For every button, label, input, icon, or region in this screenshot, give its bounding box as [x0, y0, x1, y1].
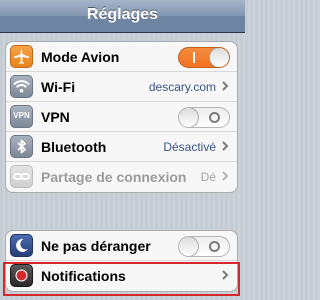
chevron-right-icon — [222, 141, 229, 151]
vpn-icon: VPN — [10, 105, 33, 128]
row-personal-hotspot: Partage de connexion Dé — [6, 162, 237, 192]
airplane-mode-label: Mode Avion — [41, 49, 120, 65]
row-notifications[interactable]: Notifications — [6, 261, 237, 291]
chevron-right-icon — [222, 270, 229, 280]
wifi-network-value: descary.com — [148, 80, 216, 94]
bluetooth-label: Bluetooth — [41, 139, 107, 155]
wifi-label: Wi-Fi — [41, 79, 76, 95]
toggle-knob — [179, 108, 199, 127]
wifi-icon — [10, 75, 33, 98]
notifications-label: Notifications — [41, 268, 126, 284]
row-do-not-disturb[interactable]: Ne pas déranger — [6, 231, 237, 261]
airplane-mode-toggle[interactable] — [178, 47, 230, 68]
page-title: Réglages — [86, 6, 159, 23]
toggle-on-mark — [193, 52, 195, 63]
toggle-knob — [179, 237, 199, 256]
settings-group-connectivity: Mode Avion Wi-Fi descary.com VPN VPN Blu… — [5, 41, 238, 193]
notifications-icon — [10, 264, 33, 287]
navigation-bar: Réglages — [0, 0, 245, 33]
vpn-label: VPN — [41, 109, 70, 125]
toggle-off-mark — [209, 112, 220, 123]
row-airplane-mode[interactable]: Mode Avion — [6, 42, 237, 72]
do-not-disturb-label: Ne pas déranger — [41, 238, 151, 254]
row-bluetooth[interactable]: Bluetooth Désactivé — [6, 132, 237, 162]
vpn-toggle[interactable] — [178, 107, 230, 128]
airplane-icon — [10, 45, 33, 68]
bluetooth-status-value: Désactivé — [163, 140, 216, 154]
chevron-right-icon — [222, 171, 229, 181]
settings-group-notifications: Ne pas déranger Notifications — [5, 230, 238, 292]
toggle-off-mark — [209, 241, 220, 252]
moon-icon — [10, 234, 33, 257]
toggle-knob — [209, 48, 229, 67]
vpn-icon-text: VPN — [13, 111, 30, 120]
row-vpn[interactable]: VPN VPN — [6, 102, 237, 132]
personal-hotspot-value: Dé — [200, 170, 216, 184]
personal-hotspot-label: Partage de connexion — [41, 169, 187, 185]
row-wifi[interactable]: Wi-Fi descary.com — [6, 72, 237, 102]
bluetooth-icon — [10, 135, 33, 158]
chevron-right-icon — [222, 81, 229, 91]
do-not-disturb-toggle[interactable] — [178, 236, 230, 257]
link-icon — [10, 165, 33, 188]
